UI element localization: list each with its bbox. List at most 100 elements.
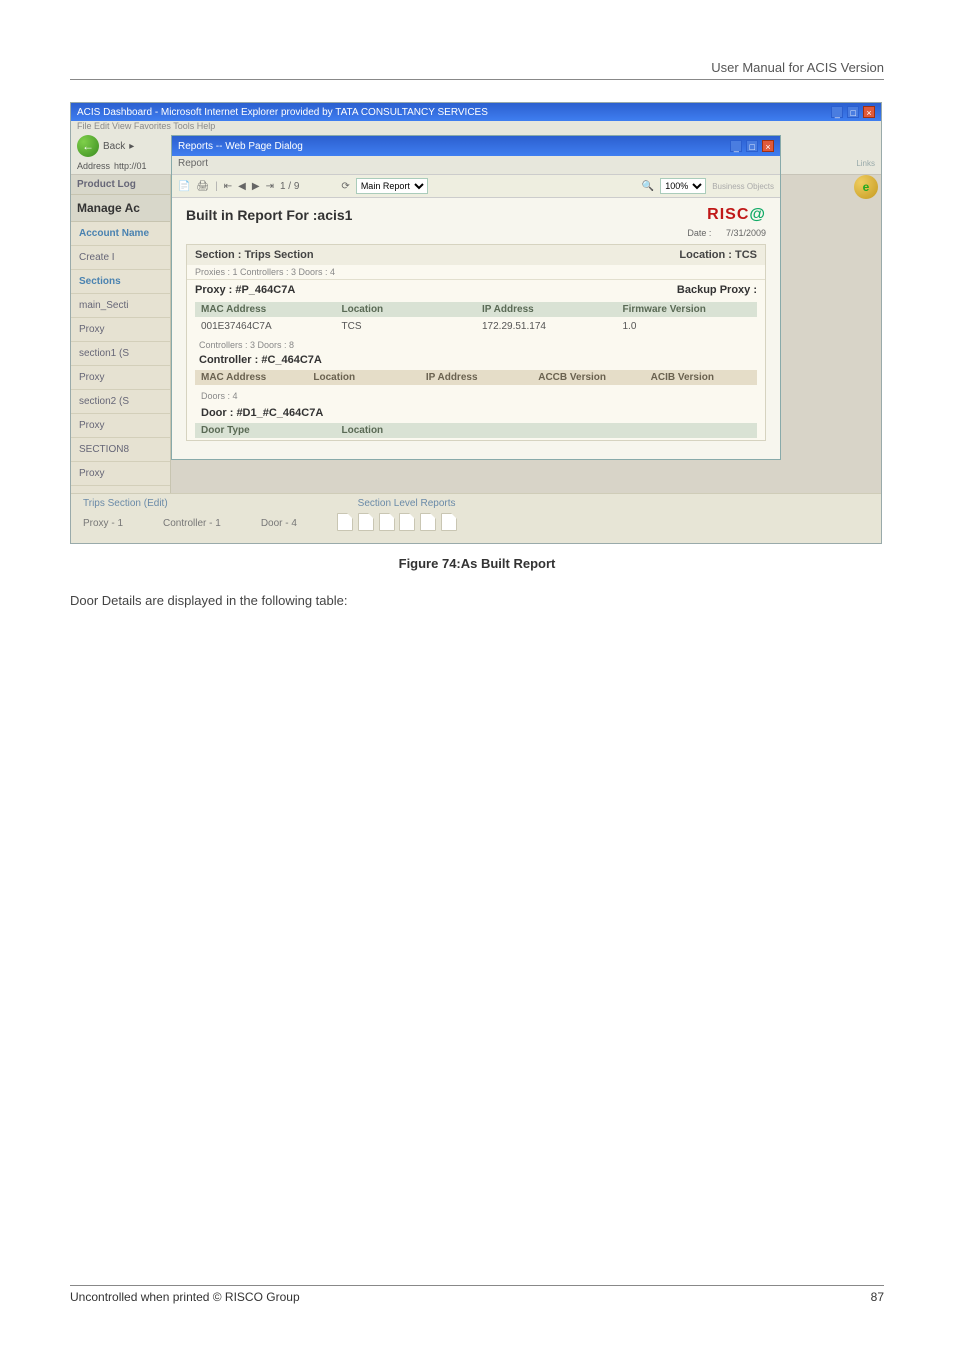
zoom-dropdown[interactable]: 100% [660, 178, 706, 194]
controller-label: Controller : #C_464C7A [187, 352, 765, 368]
sidebar-item-section8[interactable]: SECTION8 [71, 438, 170, 462]
sidebar-item-create[interactable]: Create I [71, 246, 170, 270]
trips-section-edit-link[interactable]: Trips Section (Edit) [83, 498, 168, 509]
dialog-title-text: Reports -- Web Page Dialog [178, 141, 303, 152]
next-page-icon[interactable]: ▶ [252, 181, 260, 192]
sidebar-item-main-secti[interactable]: main_Secti [71, 294, 170, 318]
globe-icon: e [854, 175, 878, 199]
report-dialog: Reports -- Web Page Dialog _ □ × Report … [171, 135, 781, 460]
ie-menubar[interactable]: File Edit View Favorites Tools Help [71, 121, 881, 135]
report-title: Built in Report For :acis1 [186, 207, 352, 223]
risco-logo: RISC@ [707, 206, 766, 224]
body-text: Door Details are displayed in the follow… [70, 593, 884, 608]
c-col-ip: IP Address [420, 370, 532, 385]
cell-loc: TCS [336, 319, 477, 334]
sidebar-item-proxy2[interactable]: Proxy [71, 366, 170, 390]
doc-icon[interactable] [337, 513, 353, 531]
sidebar: Product Log Manage Ac Account Name Creat… [71, 175, 171, 543]
date-label: Date : [687, 228, 711, 238]
door-table-header: Door Type Location [195, 423, 757, 438]
col-ip: IP Address [476, 302, 617, 317]
door-count: Door - 4 [261, 518, 297, 529]
sidebar-item-proxy1[interactable]: Proxy [71, 318, 170, 342]
proxy-count: Proxy - 1 [83, 518, 123, 529]
cell-mac: 001E37464C7A [195, 319, 336, 334]
screenshot-container: ACIS Dashboard - Microsoft Internet Expl… [70, 102, 882, 544]
sidebar-item-proxy4[interactable]: Proxy [71, 462, 170, 486]
col-mac: MAC Address [195, 302, 336, 317]
controller-counts: Controllers : 3 Doors : 8 [187, 338, 765, 352]
sidebar-item-account[interactable]: Account Name [71, 222, 170, 246]
backup-proxy-label: Backup Proxy : [677, 284, 757, 296]
doc-icon[interactable] [441, 513, 457, 531]
forward-icon[interactable]: ▸ [129, 141, 134, 152]
door-name: Door : #D1_#C_464C7A [187, 405, 765, 421]
section-location: Location : TCS [679, 249, 757, 261]
c-col-loc: Location [307, 370, 419, 385]
figure-caption: Figure 74:As Built Report [70, 556, 884, 571]
sidebar-item-section2[interactable]: section2 (S [71, 390, 170, 414]
proxy-label: Proxy : #P_464C7A [195, 284, 295, 296]
footer-page-number: 87 [871, 1290, 884, 1304]
page-indicator: 1 / 9 [280, 181, 299, 192]
close-icon[interactable]: × [863, 106, 875, 118]
links-label: Links [856, 159, 875, 168]
product-log-heading: Product Log [71, 175, 170, 195]
c-col-accb: ACCB Version [532, 370, 644, 385]
controller-table-header: MAC Address Location IP Address ACCB Ver… [195, 370, 757, 385]
proxy-table-header: MAC Address Location IP Address Firmware… [195, 302, 757, 317]
report-doc-icons[interactable] [337, 513, 459, 534]
footer-left: Uncontrolled when printed © RISCO Group [70, 1290, 300, 1304]
doc-icon[interactable] [379, 513, 395, 531]
d-col-type: Door Type [195, 423, 336, 438]
first-page-icon[interactable]: ⇤ [224, 181, 232, 192]
zoom-brand: Business Objects [712, 182, 774, 191]
section-box: Section : Trips Section Location : TCS P… [186, 244, 766, 441]
dialog-titlebar: Reports -- Web Page Dialog _ □ × [172, 136, 780, 156]
back-button[interactable]: ← [77, 135, 99, 157]
manage-heading: Manage Ac [71, 195, 170, 222]
doc-icon[interactable] [358, 513, 374, 531]
doc-icon[interactable] [420, 513, 436, 531]
bottom-strip: Trips Section (Edit) Section Level Repor… [71, 493, 881, 543]
prev-page-icon[interactable]: ◀ [238, 181, 246, 192]
sidebar-item-proxy3[interactable]: Proxy [71, 414, 170, 438]
col-fw: Firmware Version [617, 302, 758, 317]
page-header: User Manual for ACIS Version [70, 60, 884, 80]
ie-window-buttons: _ □ × [830, 106, 875, 119]
address-label: Address [77, 161, 110, 171]
search-icon[interactable]: 🔍 [642, 181, 654, 192]
sidebar-item-section1[interactable]: section1 (S [71, 342, 170, 366]
refresh-icon[interactable]: ⟳ [341, 181, 349, 192]
ie-titlebar: ACIS Dashboard - Microsoft Internet Expl… [71, 103, 881, 121]
sidebar-item-sections[interactable]: Sections [71, 270, 170, 294]
c-col-mac: MAC Address [195, 370, 307, 385]
report-dropdown[interactable]: Main Report [356, 178, 428, 194]
address-value[interactable]: http://01 [114, 161, 147, 171]
page-footer: Uncontrolled when printed © RISCO Group … [70, 1285, 884, 1304]
ie-title-text: ACIS Dashboard - Microsoft Internet Expl… [77, 107, 488, 118]
last-page-icon[interactable]: ⇥ [266, 181, 274, 192]
c-col-acib: ACIB Version [645, 370, 757, 385]
dialog-window-buttons: _ □ × [729, 140, 774, 153]
minimize-icon[interactable]: _ [831, 106, 843, 118]
report-body: Built in Report For :acis1 RISC@ Date : … [172, 198, 780, 459]
doors-count: Doors : 4 [187, 387, 765, 405]
d-col-loc: Location [336, 423, 477, 438]
dialog-close-icon[interactable]: × [762, 140, 774, 152]
section-counts: Proxies : 1 Controllers : 3 Doors : 4 [187, 265, 765, 279]
dialog-maximize-icon[interactable]: □ [746, 140, 758, 152]
dialog-subheading: Report [172, 156, 780, 174]
date-value: 7/31/2009 [726, 228, 766, 238]
maximize-icon[interactable]: □ [847, 106, 859, 118]
cell-fw: 1.0 [617, 319, 758, 334]
dialog-minimize-icon[interactable]: _ [730, 140, 742, 152]
doc-icon[interactable] [399, 513, 415, 531]
cell-ip: 172.29.51.174 [476, 319, 617, 334]
controller-count: Controller - 1 [163, 518, 221, 529]
export-icon[interactable]: 📄 [178, 181, 190, 192]
proxy-table-row: 001E37464C7A TCS 172.29.51.174 1.0 [195, 317, 757, 336]
print-icon[interactable]: 🖨 [196, 181, 209, 192]
section-level-reports-label: Section Level Reports [358, 498, 456, 509]
report-toolbar: 📄 🖨 | ⇤ ◀ ▶ ⇥ 1 / 9 ⟳ Main Report 🔍 100%… [172, 174, 780, 198]
